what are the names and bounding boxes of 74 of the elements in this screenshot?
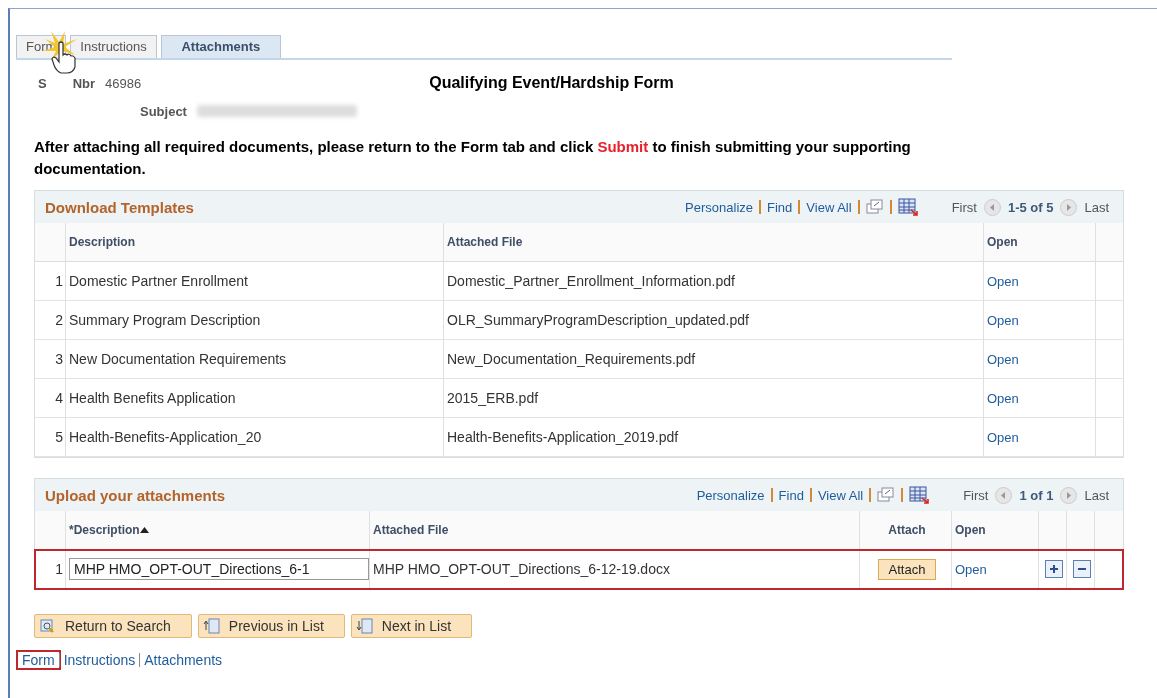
sort-up-icon	[139, 527, 149, 533]
open-link[interactable]: Open	[987, 312, 1019, 328]
open-link[interactable]: Open	[955, 561, 987, 577]
first-label: First	[963, 487, 989, 503]
list-icon	[202, 618, 221, 634]
last-label: Last	[1084, 199, 1109, 215]
column-header[interactable]: *Description	[65, 511, 369, 550]
next-icon[interactable]	[1060, 486, 1078, 504]
description-cell: Health Benefits Application	[65, 379, 443, 418]
id-label-end: Nbr	[72, 75, 96, 91]
nav-button[interactable]: Return to Search	[34, 614, 192, 638]
nav-button[interactable]: Next in List	[350, 614, 473, 638]
column-header: Attached File	[369, 511, 859, 550]
open-link[interactable]: Open	[987, 429, 1019, 445]
delete-row-button[interactable]	[1073, 560, 1091, 578]
id-value: 46986	[105, 75, 142, 91]
description-field[interactable]: MHP HMO_OPT-OUT_Directions_6-1	[69, 558, 369, 580]
grid-link[interactable]: Personalize	[685, 199, 754, 215]
grid-link[interactable]: Find	[778, 487, 804, 503]
row-range: 1-5 of 5	[1007, 199, 1054, 215]
previous-icon[interactable]	[983, 198, 1001, 216]
grid-link[interactable]: View All	[817, 487, 864, 503]
grid-link[interactable]: View All	[806, 199, 852, 215]
file-cell: Domestic_Partner_Enrollment_Information.pdf	[443, 262, 983, 301]
grid-title: Upload your attachments	[45, 486, 227, 504]
tab[interactable]: Attachments	[160, 35, 281, 58]
subject-label: Subject	[140, 103, 187, 119]
row-number: 1	[35, 550, 65, 589]
id-label-start: S	[38, 75, 47, 91]
spreadsheet-icon[interactable]	[897, 198, 918, 216]
tab[interactable]: Instructions	[70, 35, 157, 58]
column-header: Description	[65, 223, 443, 262]
new-window-icon[interactable]	[865, 199, 884, 215]
last-label: Last	[1084, 487, 1109, 503]
column-header: Open	[983, 223, 1095, 262]
description-cell: New Documentation Requirements	[65, 340, 443, 379]
grid-title: Download Templates	[45, 198, 195, 216]
column-header: Open	[951, 511, 1038, 550]
file-cell: MHP HMO_OPT-OUT_Directions_6-12-19.docx	[369, 550, 859, 589]
column-header: Attach	[859, 511, 951, 550]
open-link[interactable]: Open	[987, 351, 1019, 367]
description-cell: Health-Benefits-Application_20	[65, 418, 443, 457]
next-icon[interactable]	[1060, 198, 1078, 216]
row-number: 4	[35, 379, 65, 418]
file-cell: Health-Benefits-Application_2019.pdf	[443, 418, 983, 457]
file-cell: New_Documentation_Requirements.pdf	[443, 340, 983, 379]
grid-link[interactable]: Find	[767, 199, 793, 215]
page-link[interactable]: Instructions	[59, 652, 140, 668]
row-range: 1 of 1	[1019, 487, 1054, 503]
row-number: 2	[35, 301, 65, 340]
form-title: Qualifying Event/Hardship Form	[429, 74, 674, 92]
row-number: 3	[35, 340, 65, 379]
first-label: First	[951, 199, 977, 215]
previous-icon[interactable]	[995, 486, 1013, 504]
grid-link[interactable]: Personalize	[696, 487, 765, 503]
open-link[interactable]: Open	[987, 273, 1019, 289]
plus-icon	[1049, 564, 1059, 574]
description-cell: Domestic Partner Enrollment	[65, 262, 443, 301]
spreadsheet-icon[interactable]	[909, 486, 930, 504]
page-link[interactable]: Attachments	[140, 652, 227, 668]
description-cell: Summary Program Description	[65, 301, 443, 340]
add-row-button[interactable]	[1045, 560, 1063, 578]
instruction-text: After attaching all required documents, please return to the Form tab and click Submit to finish submitting your supporting documentation.	[34, 137, 912, 179]
nav-button[interactable]: Previous in List	[197, 614, 345, 638]
attach-button[interactable]: Attach	[877, 558, 937, 580]
new-window-icon[interactable]	[877, 487, 896, 503]
page-link[interactable]: Form	[18, 652, 59, 668]
open-link[interactable]: Open	[987, 390, 1019, 406]
row-number: 5	[35, 418, 65, 457]
column-header: Attached File	[443, 223, 983, 262]
row-number: 1	[35, 262, 65, 301]
file-cell: OLR_SummaryProgramDescription_updated.pdf	[443, 301, 983, 340]
file-cell: 2015_ERB.pdf	[443, 379, 983, 418]
list-icon	[355, 618, 374, 634]
